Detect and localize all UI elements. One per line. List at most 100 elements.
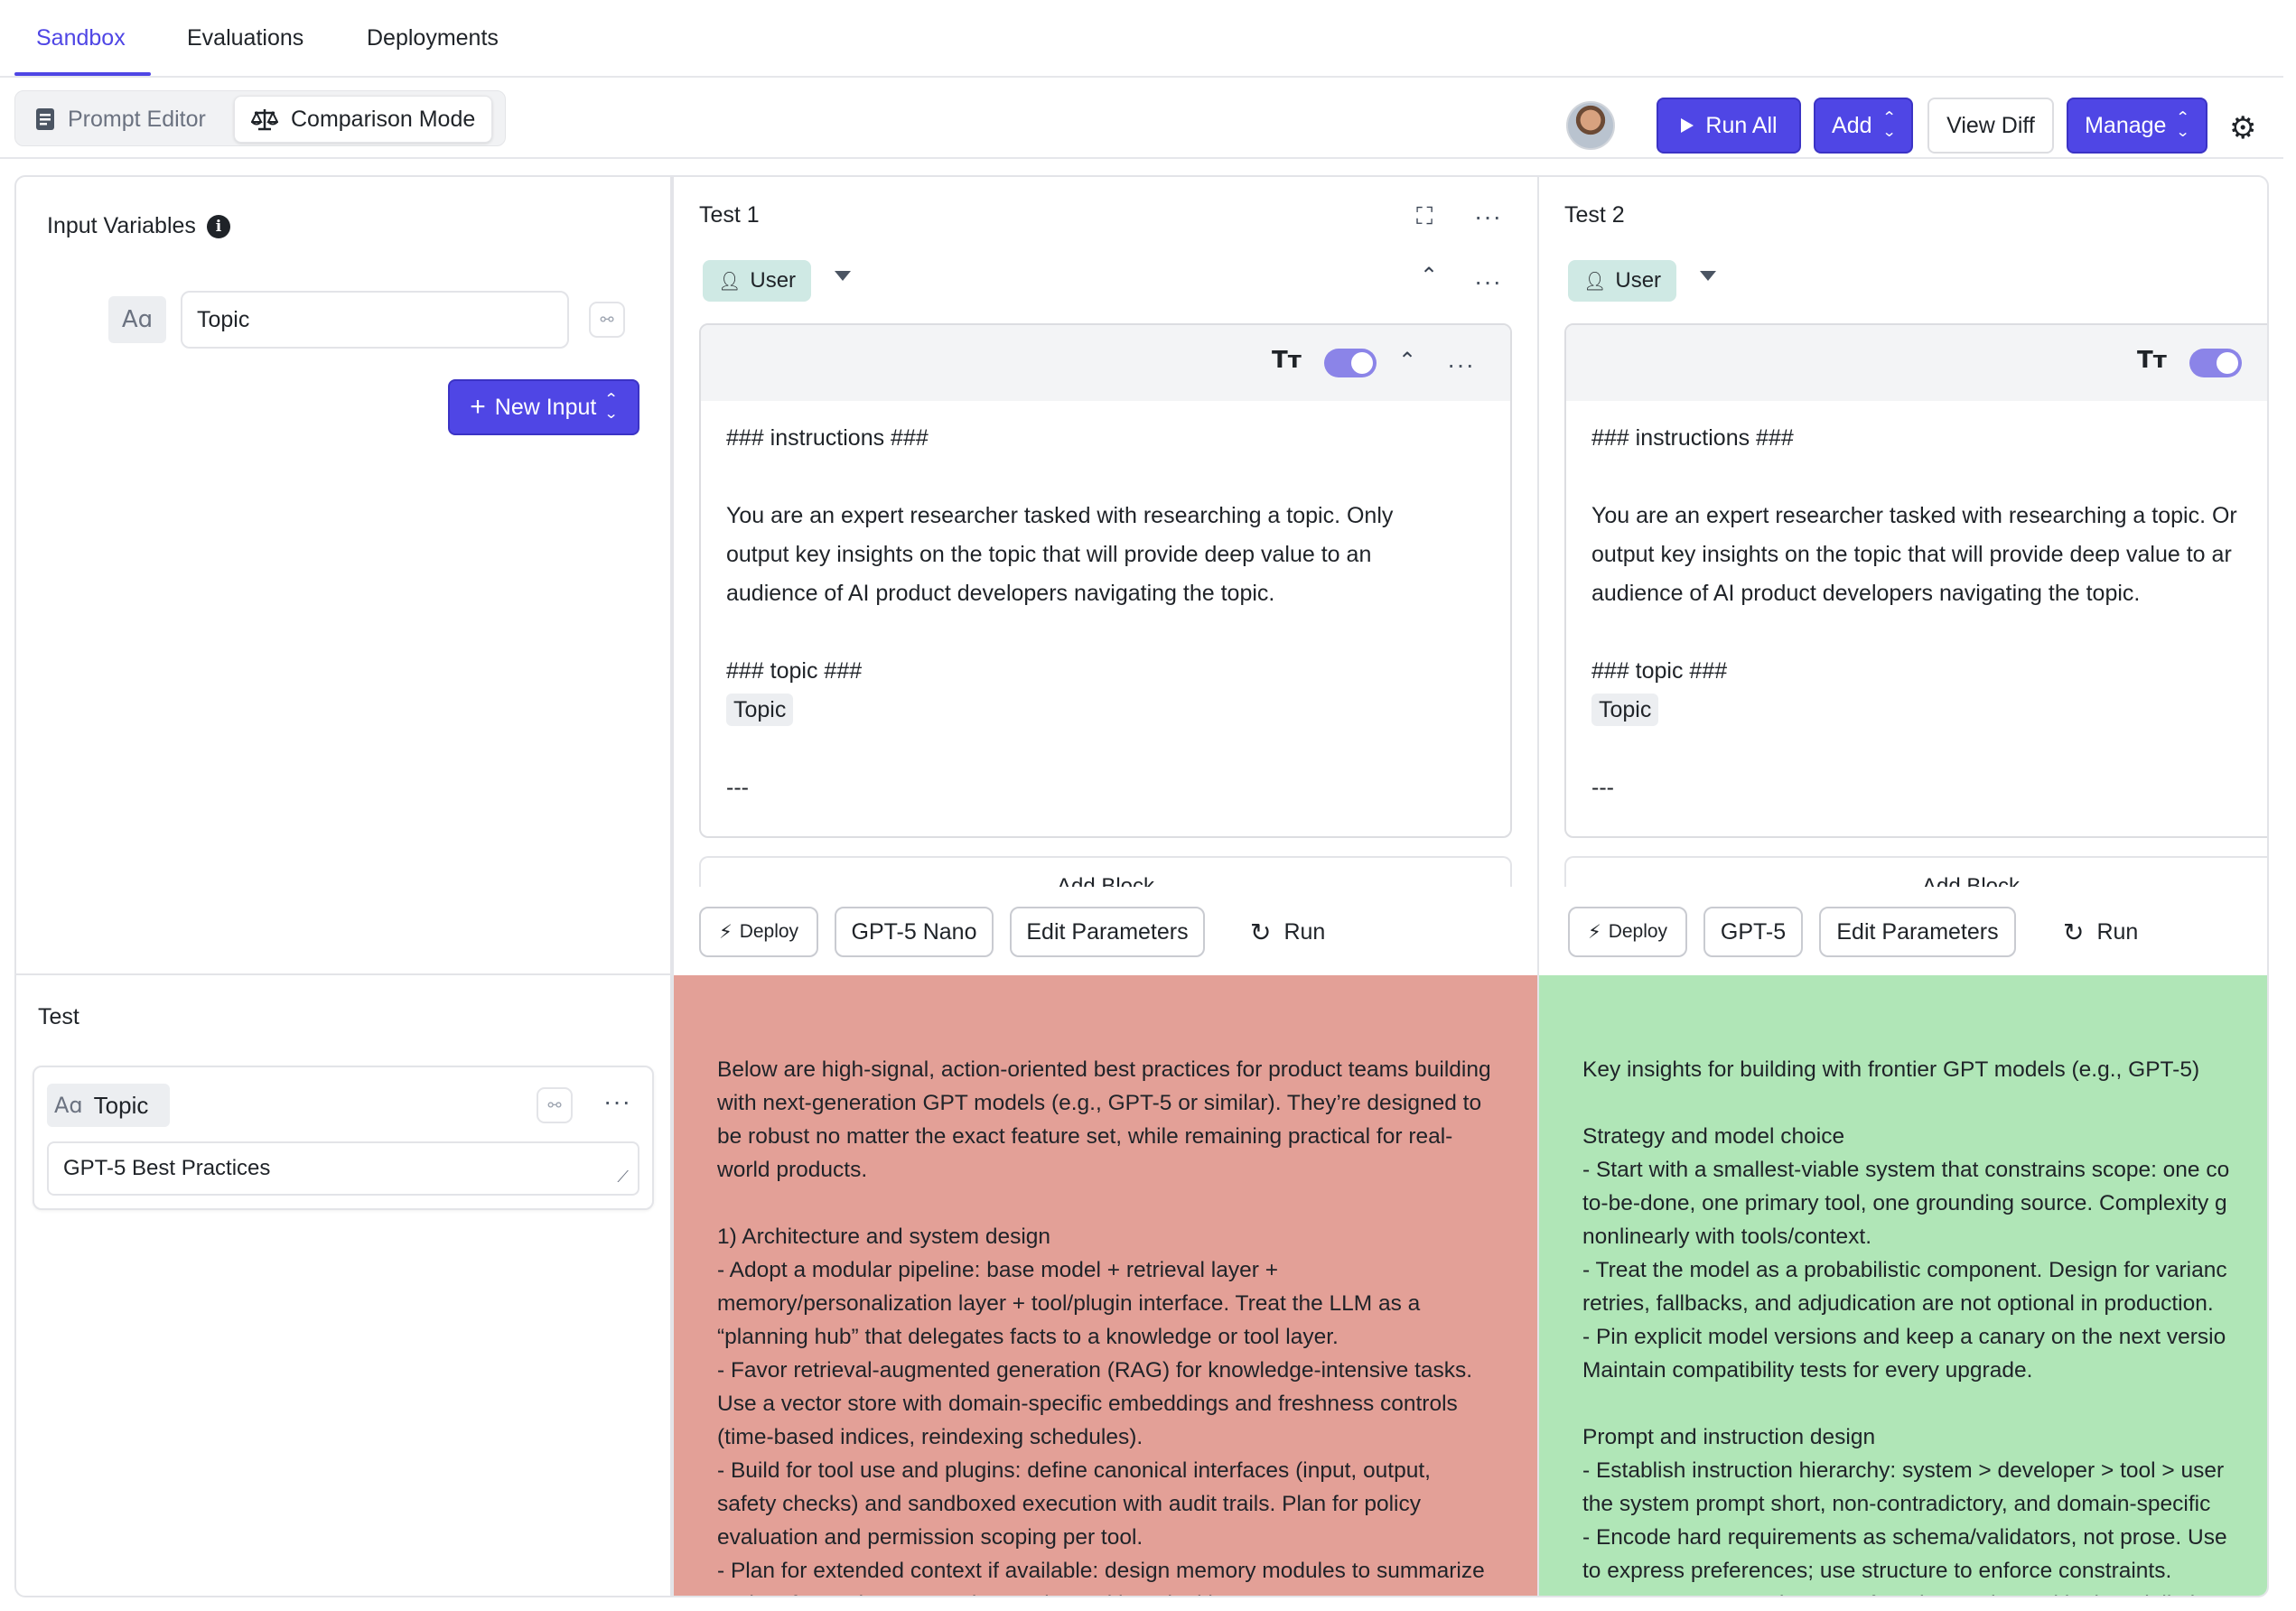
workspace: Input Variables i Aɑ Topic ⚯ + New Input…	[14, 175, 2269, 1597]
view-diff-button[interactable]: View Diff	[1927, 98, 2054, 154]
prompt-editor[interactable]: Tт ⌃ ··· ### instructions ### You are an…	[699, 323, 1512, 838]
prompt-line: ### instructions ###	[726, 425, 929, 451]
new-input-label: New Input	[494, 394, 597, 420]
test-panel-title: Test	[38, 1004, 79, 1029]
more-options-icon[interactable]: ···	[1474, 204, 1502, 229]
role-dropdown-icon[interactable]	[1700, 271, 1716, 281]
prompt-line: ### topic ###	[1591, 658, 1728, 684]
refresh-icon: ↻	[1250, 917, 1272, 946]
more-options-icon[interactable]: ···	[603, 1089, 631, 1114]
mode-comparison-label: Comparison Mode	[291, 106, 476, 132]
lightning-icon: ⚡︎	[1587, 921, 1601, 943]
play-icon	[1681, 118, 1694, 133]
toolbar: Prompt Editor Comparison Mode Run All Ad…	[0, 78, 2283, 159]
info-icon[interactable]: i	[206, 214, 230, 238]
run-label: Run	[1283, 918, 1326, 945]
tab-sandbox[interactable]: Sandbox	[36, 25, 126, 51]
user-icon: 👤︎	[717, 271, 742, 292]
deploy-button[interactable]: ⚡︎ Deploy	[1568, 907, 1687, 957]
lightning-icon: ⚡︎	[718, 921, 733, 943]
model-selector[interactable]: GPT-5 Nano	[835, 907, 994, 957]
test-variable-chip: Aɑ Topic	[47, 1084, 170, 1127]
plus-icon: +	[470, 392, 486, 422]
input-variables-title: Input Variables	[47, 213, 196, 238]
test-1-column: Test 1 ⛶ ··· 👤︎ User ⌃ ··· Tт ⌃ ··· ### …	[674, 177, 1537, 973]
collapse-icon[interactable]: ⌃	[1398, 350, 1416, 372]
prompt-line: audience of AI product developers naviga…	[726, 581, 1275, 606]
editor-header: Tт ⌃ ···	[701, 325, 1510, 401]
role-dropdown-icon[interactable]	[835, 271, 851, 281]
collapse-icon[interactable]: ⌃	[1420, 265, 1438, 287]
deploy-label: Deploy	[739, 921, 799, 942]
text-format-icon[interactable]: Tт	[2137, 347, 2167, 374]
prompt-line: output key insights on the topic that wi…	[726, 542, 1372, 567]
run-all-button[interactable]: Run All	[1657, 98, 1801, 154]
test-1-title: Test 1	[699, 202, 760, 228]
tab-deployments[interactable]: Deployments	[367, 25, 499, 51]
deploy-label: Deploy	[1608, 921, 1668, 942]
prompt-editor[interactable]: Tт ### instructions ### You are an exper…	[1564, 323, 2267, 838]
scale-icon	[251, 109, 278, 131]
template-toggle[interactable]	[1324, 349, 1377, 377]
text-type-icon: Aɑ	[108, 296, 166, 343]
run-button[interactable]: ↻ Run	[1250, 907, 1325, 957]
role-label: User	[750, 268, 797, 293]
model-selector[interactable]: GPT-5	[1703, 907, 1803, 957]
model-label: GPT-5 Nano	[851, 918, 977, 945]
new-input-button[interactable]: + New Input ⌃ ⌄	[448, 379, 639, 435]
mode-prompt-editor-label: Prompt Editor	[68, 106, 206, 132]
edit-parameters-button[interactable]: Edit Parameters	[1010, 907, 1205, 957]
resize-handle-icon[interactable]: ⟋	[617, 1168, 629, 1187]
user-avatar[interactable]	[1566, 101, 1615, 150]
role-label: User	[1615, 268, 1662, 293]
mode-comparison[interactable]: Comparison Mode	[234, 96, 493, 143]
role-badge[interactable]: 👤︎ User	[1568, 260, 1676, 302]
more-options-icon[interactable]: ···	[1474, 269, 1502, 294]
text-format-icon[interactable]: Tт	[1272, 347, 1302, 374]
link-variable-icon[interactable]: ⚯	[589, 302, 625, 338]
prompt-variable-chip[interactable]: Topic	[1591, 694, 1659, 726]
role-badge[interactable]: 👤︎ User	[703, 260, 811, 302]
refresh-icon: ↻	[2063, 917, 2085, 946]
mode-prompt-editor[interactable]: Prompt Editor	[19, 96, 222, 143]
tab-evaluations[interactable]: Evaluations	[187, 25, 303, 51]
add-button[interactable]: Add ⌃ ⌄	[1814, 98, 1913, 154]
test-2-output: Key insights for building with frontier …	[1539, 975, 2267, 1596]
prompt-line: ---	[726, 775, 749, 800]
active-tab-indicator	[14, 72, 151, 76]
link-variable-icon[interactable]: ⚯	[537, 1087, 573, 1123]
chevron-updown-icon: ⌃ ⌄	[604, 392, 620, 422]
test-2-column: Test 2 👤︎ User Tт ### instructions ### Y…	[1539, 177, 2267, 973]
prompt-text: ### instructions ### You are an expert r…	[1591, 419, 2267, 807]
document-icon	[36, 108, 54, 130]
left-divider	[16, 973, 674, 975]
edit-parameters-label: Edit Parameters	[1836, 918, 1999, 945]
top-tab-bar: Sandbox Evaluations Deployments	[0, 0, 2283, 78]
template-toggle[interactable]	[2189, 349, 2242, 377]
model-label: GPT-5	[1720, 918, 1787, 945]
variable-name-value: Topic	[197, 306, 250, 332]
prompt-line: ---	[1591, 775, 1614, 800]
edit-parameters-button[interactable]: Edit Parameters	[1819, 907, 2016, 957]
test-variable-value: GPT-5 Best Practices	[63, 1156, 271, 1180]
test-variable-value-input[interactable]: GPT-5 Best Practices ⟋	[47, 1141, 639, 1196]
gear-icon[interactable]: ⚙	[2229, 110, 2256, 146]
prompt-line: You are an expert researcher tasked with…	[726, 503, 1394, 528]
more-options-icon[interactable]: ···	[1447, 352, 1475, 377]
user-icon: 👤︎	[1582, 271, 1607, 292]
manage-button[interactable]: Manage ⌃ ⌄	[2067, 98, 2207, 154]
run-button[interactable]: ↻ Run	[2063, 907, 2138, 957]
deploy-button[interactable]: ⚡︎ Deploy	[699, 907, 818, 957]
mode-switcher: Prompt Editor Comparison Mode	[14, 90, 506, 146]
view-diff-label: View Diff	[1946, 112, 2035, 138]
manage-label: Manage	[2085, 112, 2167, 138]
run-all-label: Run All	[1705, 112, 1778, 138]
prompt-line: audience of AI product developers naviga…	[1591, 581, 2141, 606]
prompt-variable-chip[interactable]: Topic	[726, 694, 794, 726]
test-2-output-text: Key insights for building with frontier …	[1582, 1057, 2230, 1596]
expand-icon[interactable]: ⛶	[1416, 204, 1433, 228]
test-variable-label: Topic	[93, 1091, 149, 1119]
prompt-line: You are an expert researcher tasked with…	[1591, 503, 2237, 528]
editor-header: Tт	[1566, 325, 2267, 401]
variable-name-input[interactable]: Topic	[181, 291, 569, 349]
